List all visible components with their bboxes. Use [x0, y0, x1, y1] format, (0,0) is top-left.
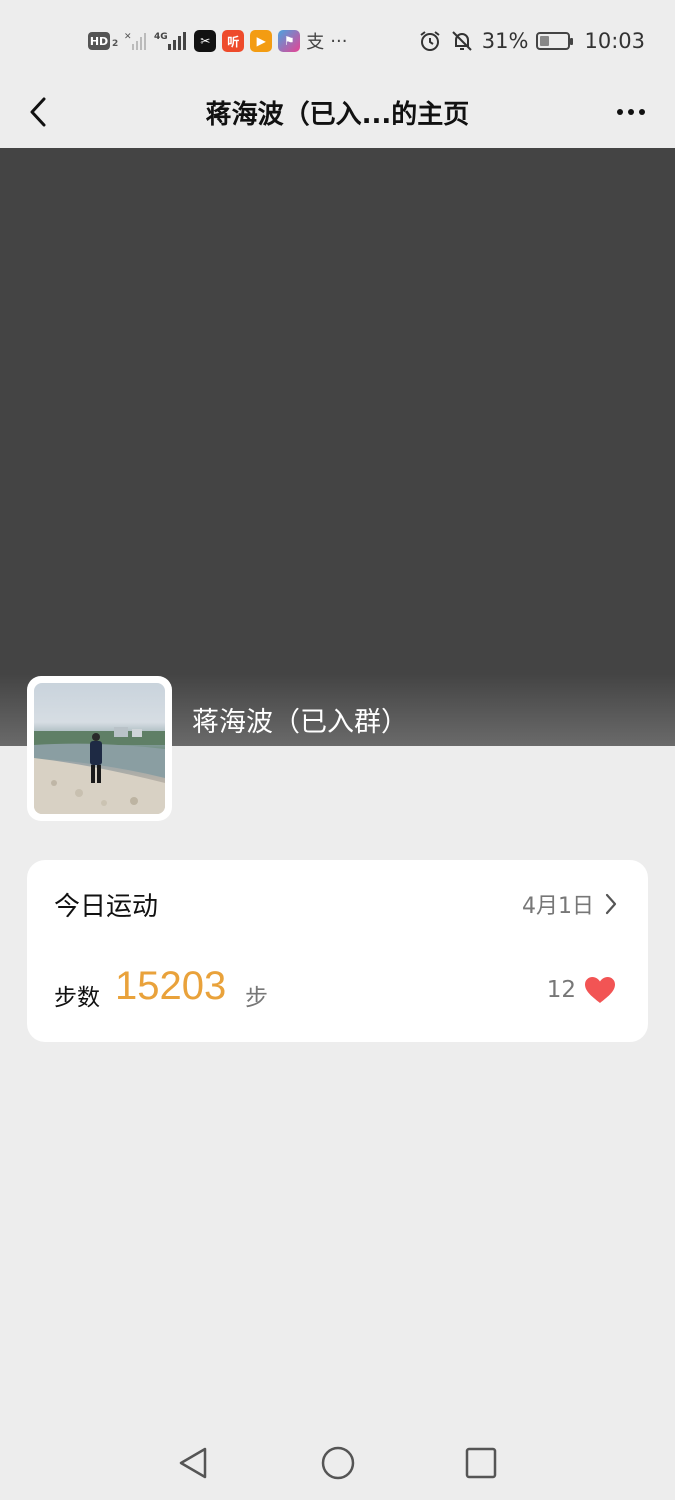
heart-icon	[585, 977, 615, 1003]
triangle-back-icon	[179, 1447, 207, 1479]
signal-4g-icon: 4G	[154, 32, 187, 50]
chevron-right-icon	[605, 893, 617, 915]
profile-name: 蒋海波（已入群）	[192, 707, 408, 738]
more-dot-icon	[617, 109, 623, 115]
hd-badge: HD	[88, 32, 110, 50]
system-recents-button[interactable]	[463, 1445, 499, 1481]
steps-value: 15203	[115, 964, 227, 1008]
cover-image[interactable]	[0, 148, 675, 746]
status-left: HD 2 ✕ 4G ✂ 听 ▶ ⚑ 支 ···	[88, 26, 347, 56]
ting-icon: 听	[222, 30, 245, 52]
square-recents-icon	[465, 1447, 497, 1479]
system-home-button[interactable]	[320, 1445, 356, 1481]
avatar-photo	[34, 683, 165, 814]
like-count: 12	[546, 977, 576, 1003]
battery-icon	[536, 32, 574, 50]
signal-x-icon: ✕	[124, 32, 147, 50]
card-date: 4月1日	[522, 894, 594, 919]
card-title: 今日运动	[54, 892, 159, 922]
nav-bar: 蒋海波（已入...的主页	[0, 80, 675, 148]
steps-unit: 步	[245, 985, 268, 1011]
avatar-scene	[34, 727, 165, 814]
extra-status-glyph: 支	[306, 32, 325, 53]
battery-percent: 31%	[481, 29, 529, 53]
circle-home-icon	[321, 1446, 355, 1480]
chevron-left-icon	[30, 97, 46, 127]
flag-app-icon: ⚑	[278, 30, 301, 52]
svg-text:✕: ✕	[124, 32, 132, 42]
card-date-link[interactable]: 4月1日	[522, 888, 618, 920]
battery-fill	[540, 36, 549, 46]
more-dot-icon	[628, 109, 634, 115]
more-dot-icon	[639, 109, 645, 115]
status-right: 31% 10:03	[418, 26, 645, 56]
status-bar: HD 2 ✕ 4G ✂ 听 ▶ ⚑ 支 ··· 31% 10:03	[0, 0, 675, 80]
more-button[interactable]	[611, 92, 651, 132]
system-nav-bar	[0, 1425, 675, 1500]
hd-sub: 2	[112, 39, 119, 49]
more-status-indicator: ···	[330, 30, 348, 52]
mute-bell-icon	[452, 31, 472, 51]
avatar[interactable]	[27, 676, 172, 821]
like-button[interactable]: 12	[547, 976, 616, 1004]
status-time: 10:03	[584, 29, 645, 53]
steps-label: 步数	[54, 985, 100, 1011]
today-sport-card[interactable]: 今日运动 4月1日 步数 15203 步 12	[27, 860, 648, 1042]
system-back-button[interactable]	[175, 1445, 211, 1481]
capcut-icon: ✂	[194, 30, 217, 52]
page-title: 蒋海波（已入...的主页	[205, 100, 470, 130]
play-icon: ▶	[250, 30, 273, 52]
back-button[interactable]	[18, 92, 58, 132]
svg-text:4G: 4G	[154, 32, 168, 42]
alarm-icon	[420, 31, 440, 51]
